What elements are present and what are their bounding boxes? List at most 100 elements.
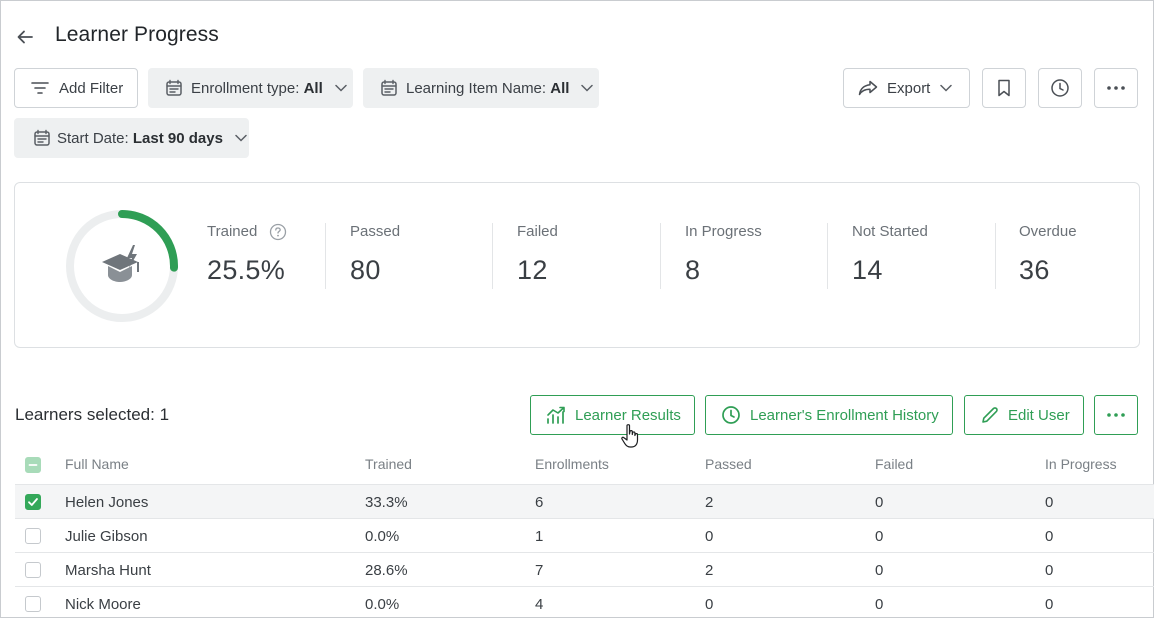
cell-passed: 0 — [705, 528, 714, 545]
edit-user-button[interactable]: Edit User — [964, 395, 1084, 435]
cell-passed: 2 — [705, 562, 714, 579]
stat-label: In Progress — [685, 223, 762, 240]
stat-divider — [827, 223, 828, 289]
stat-label: Trained — [207, 223, 258, 240]
table-row[interactable]: Marsha Hunt 28.6% 7 2 0 0 — [15, 552, 1154, 586]
stat-value: 12 — [517, 255, 548, 285]
checkmark-icon — [28, 498, 38, 506]
stat-value: 36 — [1019, 255, 1050, 285]
cell-passed: 2 — [705, 494, 714, 511]
select-all-checkbox[interactable] — [25, 457, 41, 473]
export-label: Export — [887, 79, 931, 97]
cell-failed: 0 — [875, 596, 884, 613]
calendar-icon — [380, 79, 398, 97]
cell-trained: 33.3% — [365, 494, 408, 511]
row-checkbox[interactable] — [25, 494, 41, 510]
cell-failed: 0 — [875, 494, 884, 511]
column-header-failed[interactable]: Failed — [875, 456, 913, 472]
cell-in-progress: 0 — [1045, 494, 1054, 511]
table-row[interactable]: Nick Moore 0.0% 4 0 0 0 — [15, 586, 1154, 618]
arrow-left-icon — [17, 30, 33, 44]
learner-results-button[interactable]: Learner Results — [530, 395, 695, 435]
start-date-label: Start Date: — [57, 129, 129, 147]
cell-enrollments: 1 — [535, 528, 544, 545]
stat-divider — [660, 223, 661, 289]
bookmark-button[interactable] — [982, 68, 1026, 108]
add-filter-label: Add Filter — [59, 79, 124, 97]
column-header-enrollments[interactable]: Enrollments — [535, 456, 609, 472]
cell-failed: 0 — [875, 562, 884, 579]
hand-cursor-icon — [621, 424, 639, 448]
back-button[interactable] — [13, 25, 37, 49]
stats-card: Trained 25.5% Passed 80 Failed 12 In Pro… — [14, 182, 1140, 348]
learners-selected-label: Learners selected: 1 — [15, 405, 170, 424]
enrollment-history-label: Learner's Enrollment History — [750, 406, 939, 424]
share-arrow-icon — [858, 80, 878, 96]
chart-trend-icon — [546, 406, 566, 424]
table-row[interactable]: Julie Gibson 0.0% 1 0 0 0 — [15, 518, 1154, 552]
cell-full-name: Marsha Hunt — [65, 562, 151, 579]
enrollment-history-button[interactable]: Learner's Enrollment History — [705, 395, 953, 435]
column-header-trained[interactable]: Trained — [365, 456, 412, 472]
enrollment-type-label: Enrollment type: — [191, 79, 300, 97]
add-filter-button[interactable]: Add Filter — [14, 68, 138, 108]
learning-item-label: Learning Item Name: — [406, 79, 547, 97]
stat-label: Failed — [517, 223, 558, 240]
stat-value: 25.5% — [207, 255, 286, 285]
more-horizontal-icon — [1107, 413, 1125, 417]
column-header-passed[interactable]: Passed — [705, 456, 752, 472]
export-button[interactable]: Export — [843, 68, 970, 108]
learning-item-filter[interactable]: Learning Item Name: All — [363, 68, 599, 108]
calendar-icon — [33, 129, 51, 147]
graduation-cap-icon — [102, 245, 139, 282]
cell-failed: 0 — [875, 528, 884, 545]
minus-icon — [28, 464, 38, 466]
cell-in-progress: 0 — [1045, 562, 1054, 579]
cell-trained: 0.0% — [365, 528, 400, 545]
cell-in-progress: 0 — [1045, 596, 1054, 613]
cell-full-name: Helen Jones — [65, 494, 149, 511]
chevron-down-icon — [581, 84, 594, 92]
stat-value: 14 — [852, 255, 883, 285]
clock-icon — [1050, 78, 1070, 98]
cell-enrollments: 7 — [535, 562, 544, 579]
stat-divider — [492, 223, 493, 289]
stat-label: Not Started — [852, 223, 928, 240]
start-date-value: Last 90 days — [132, 129, 223, 147]
chevron-down-icon — [940, 84, 953, 92]
stat-value: 8 — [685, 255, 701, 285]
pencil-icon — [981, 406, 999, 424]
stat-label: Passed — [350, 223, 401, 240]
more-options-button[interactable] — [1094, 68, 1138, 108]
cell-full-name: Julie Gibson — [65, 528, 148, 545]
column-header-full-name[interactable]: Full Name — [65, 456, 129, 472]
cell-enrollments: 6 — [535, 494, 544, 511]
more-actions-button[interactable] — [1094, 395, 1138, 435]
more-horizontal-icon — [1107, 86, 1125, 90]
enrollment-type-filter[interactable]: Enrollment type: All — [148, 68, 353, 108]
chevron-down-icon — [334, 84, 347, 92]
stat-divider — [325, 223, 326, 289]
edit-user-label: Edit User — [1008, 406, 1070, 424]
table-row[interactable]: Helen Jones 33.3% 6 2 0 0 — [15, 484, 1154, 518]
column-header-in-progress[interactable]: In Progress — [1045, 456, 1117, 472]
row-checkbox[interactable] — [25, 528, 41, 544]
cell-trained: 28.6% — [365, 562, 408, 579]
enrollment-type-value: All — [303, 79, 323, 97]
row-checkbox[interactable] — [25, 562, 41, 578]
history-button[interactable] — [1038, 68, 1082, 108]
stat-divider — [995, 223, 996, 289]
filter-lines-icon — [31, 81, 49, 95]
cell-trained: 0.0% — [365, 596, 400, 613]
bookmark-icon — [997, 79, 1011, 97]
help-circle-icon[interactable] — [269, 223, 287, 241]
chevron-down-icon — [235, 134, 247, 142]
stat-label: Overdue — [1019, 223, 1077, 240]
row-checkbox[interactable] — [25, 596, 41, 612]
calendar-icon — [165, 79, 183, 97]
cell-passed: 0 — [705, 596, 714, 613]
learner-results-label: Learner Results — [575, 406, 681, 424]
start-date-filter[interactable]: Start Date: Last 90 days — [14, 118, 249, 158]
page-title: Learner Progress — [55, 23, 219, 46]
clock-icon — [721, 405, 741, 425]
